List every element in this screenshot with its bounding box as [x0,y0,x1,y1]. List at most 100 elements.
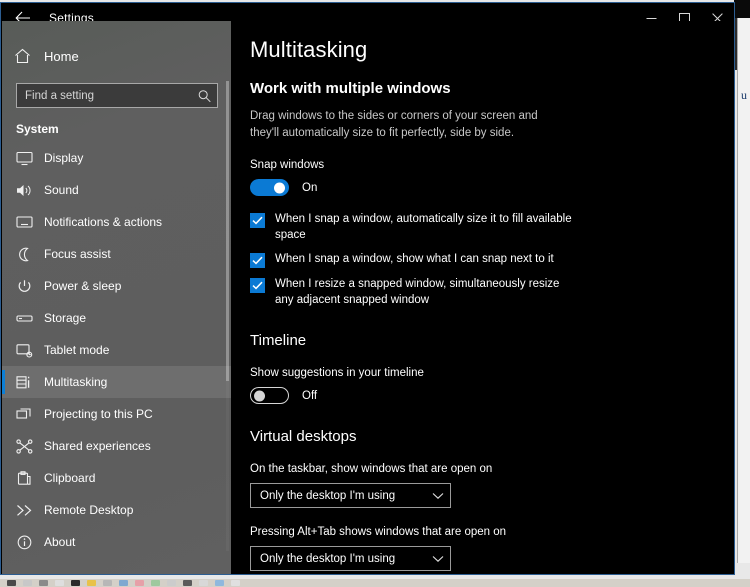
taskbar-icon[interactable] [167,580,176,586]
taskbar-icon[interactable] [87,580,96,586]
snap-checkbox-row[interactable]: When I resize a snapped window, simultan… [250,277,734,308]
main-content: Multitasking Work with multiple windows … [232,21,734,574]
alttab-windows-dropdown[interactable]: Only the desktop I'm using [250,546,451,572]
taskbar-dropdown-label: On the taskbar, show windows that are op… [250,463,493,476]
taskbar-icon[interactable] [151,580,160,586]
remote-desktop-icon [16,503,44,518]
snap-toggle-state: On [302,181,318,194]
taskbar-icon[interactable] [231,580,240,586]
taskbar-icon[interactable] [119,580,128,586]
taskbar-icon[interactable] [55,580,64,586]
search-icon[interactable] [198,89,211,102]
timeline-suggestions-toggle[interactable] [250,387,289,405]
sidebar-item-label: Focus assist [44,247,111,261]
power-icon [16,279,44,294]
timeline-toggle-label: Show suggestions in your timeline [250,367,424,380]
notification-icon [16,215,44,230]
sidebar-item-label: Projecting to this PC [44,407,153,421]
sidebar-item-label: Power & sleep [44,279,122,293]
sidebar-item-power-sleep[interactable]: Power & sleep [2,270,231,302]
sidebar-item-label: Tablet mode [44,343,110,357]
checkbox-label: When I resize a snapped window, simultan… [275,278,560,306]
sidebar-scrollbar-thumb[interactable] [226,81,229,381]
home-icon [14,48,40,64]
sidebar-item-label: Sound [44,183,79,197]
sidebar-item-notifications-actions[interactable]: Notifications & actions [2,206,231,238]
taskbar-icon[interactable] [135,580,144,586]
snap-toggle-row: On [250,179,734,197]
sidebar-item-focus-assist[interactable]: Focus assist [2,238,231,270]
tablet-icon [16,343,44,358]
taskbar-icon[interactable] [103,580,112,586]
snap-toggle-label: Snap windows [250,159,325,172]
sidebar-item-multitasking[interactable]: Multitasking [2,366,231,398]
sidebar-home-label: Home [44,48,79,64]
monitor-icon [16,151,44,166]
sidebar-item-label: Clipboard [44,471,96,485]
settings-window: Settings Home Find a setting System Disp… [0,2,735,575]
snap-windows-toggle[interactable] [250,179,289,197]
background-top-strip [734,0,750,18]
sidebar-item-about[interactable]: About [2,526,231,558]
checkbox-label: When I snap a window, automatically size… [275,213,572,241]
sidebar-item-tablet-mode[interactable]: Tablet mode [2,334,231,366]
sidebar-group-title: System [16,122,59,136]
background-window-text: u [741,88,747,102]
sidebar-item-label: Notifications & actions [44,215,163,229]
checkbox-label: When I snap a window, show what I can sn… [275,253,554,266]
drive-icon [16,311,44,326]
sidebar-item-label: Remote Desktop [44,503,134,517]
taskbar-icon[interactable] [183,580,192,586]
sidebar-item-label: Storage [44,311,87,325]
taskbar-icon[interactable] [71,580,80,586]
virtual-desktops-heading: Virtual desktops [250,428,357,446]
speaker-icon [16,183,44,198]
dropdown-value: Only the desktop I'm using [260,552,396,565]
taskbar[interactable] [0,579,750,587]
share-icon [16,438,44,454]
sidebar-item-clipboard[interactable]: Clipboard [2,462,231,494]
clipboard-icon [16,470,44,486]
sidebar-item-label: Multitasking [44,375,108,389]
timeline-toggle-state: Off [302,389,318,402]
sidebar-item-home[interactable]: Home [2,41,231,71]
checkbox-checked-icon[interactable] [250,253,265,269]
taskbar-icon[interactable] [199,580,208,586]
moon-icon [16,247,44,262]
sidebar-item-label: Display [44,151,84,165]
sidebar: Home System Display Sound Notifications & … [2,21,231,574]
toggle-knob [274,182,285,194]
taskbar-icon[interactable] [23,580,32,586]
sidebar-nav-list: Display Sound Notifications & actions Focus… [2,142,231,558]
alttab-dropdown-label: Pressing Alt+Tab shows windows that are … [250,526,507,539]
sidebar-item-remote-desktop[interactable]: Remote Desktop [2,494,231,526]
sidebar-item-label: About [44,535,76,549]
sidebar-item-shared-experiences[interactable]: Shared experiences [2,430,231,462]
multitasking-icon [16,375,44,390]
search-input[interactable] [17,84,217,107]
chevron-down-icon [432,492,444,500]
sidebar-item-projecting-to-this-pc[interactable]: Projecting to this PC [2,398,231,430]
page-title: Multitasking [250,37,368,62]
taskbar-icon[interactable] [7,580,16,586]
sidebar-item-sound[interactable]: Sound [2,174,231,206]
snap-checkbox-list: When I snap a window, automatically size… [250,212,734,308]
sidebar-item-label: Shared experiences [44,439,151,453]
checkbox-checked-icon[interactable] [250,213,265,229]
snap-description: Drag windows to the sides or corners of … [250,110,538,139]
checkbox-checked-icon[interactable] [250,278,265,294]
taskbar-icon[interactable] [215,580,224,586]
snap-checkbox-row[interactable]: When I snap a window, show what I can sn… [250,252,734,269]
search-box[interactable] [16,83,218,108]
dropdown-value: Only the desktop I'm using [260,489,396,502]
snap-section-heading: Work with multiple windows [250,80,451,97]
sidebar-item-display[interactable]: Display [2,142,231,174]
taskbar-windows-dropdown[interactable]: Only the desktop I'm using [250,483,451,509]
search-container [2,71,231,108]
timeline-toggle-row: Off [250,387,734,405]
taskbar-icon[interactable] [39,580,48,586]
sidebar-item-storage[interactable]: Storage [2,302,231,334]
snap-checkbox-row[interactable]: When I snap a window, automatically size… [250,212,734,243]
projecting-icon [16,407,44,422]
info-icon [16,535,44,550]
